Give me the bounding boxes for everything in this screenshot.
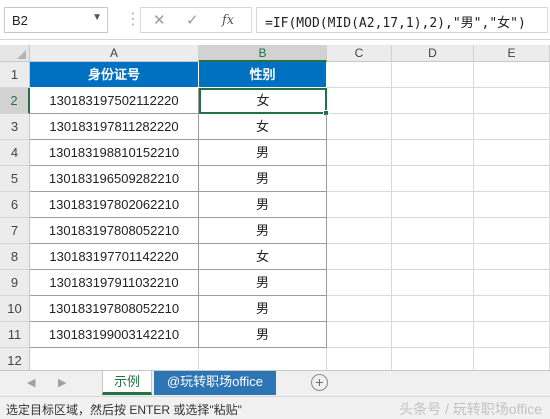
drag-handle-icon[interactable]: ⋮ xyxy=(125,9,141,29)
id-number-cell[interactable]: 130183197802062210 xyxy=(30,192,199,218)
cell[interactable] xyxy=(327,296,392,322)
cell[interactable] xyxy=(327,218,392,244)
cell[interactable] xyxy=(327,166,392,192)
row-header-3[interactable]: 3 xyxy=(0,114,30,140)
cell[interactable] xyxy=(474,114,550,140)
id-number-cell[interactable]: 130183197808052210 xyxy=(30,296,199,322)
cell[interactable] xyxy=(392,114,474,140)
check-icon[interactable]: ✓ xyxy=(186,11,199,29)
cell[interactable] xyxy=(392,192,474,218)
cell[interactable] xyxy=(474,192,550,218)
name-box[interactable]: B2 ▼ xyxy=(4,7,108,33)
formula-input[interactable]: =IF(MOD(MID(A2,17,1),2),"男","女") xyxy=(256,7,548,33)
row-header-9[interactable]: 9 xyxy=(0,270,30,296)
cell[interactable] xyxy=(474,218,550,244)
cell[interactable] xyxy=(392,296,474,322)
cell[interactable] xyxy=(474,296,550,322)
row-header-4[interactable]: 4 xyxy=(0,140,30,166)
id-number-cell[interactable]: 130183197911032210 xyxy=(30,270,199,296)
formula-bar: B2 ▼ ⋮ ✕ ✓ fx =IF(MOD(MID(A2,17,1),2),"男… xyxy=(0,0,550,40)
row-header-5[interactable]: 5 xyxy=(0,166,30,192)
column-header-b[interactable]: B xyxy=(199,45,327,62)
row-header-1[interactable]: 1 xyxy=(0,62,30,88)
status-text: 选定目标区域，然后按 ENTER 或选择"粘贴" xyxy=(6,403,242,417)
cell[interactable] xyxy=(327,244,392,270)
cell[interactable] xyxy=(392,322,474,348)
cancel-icon[interactable]: ✕ xyxy=(153,11,166,29)
row-header-10[interactable]: 10 xyxy=(0,296,30,322)
cell[interactable] xyxy=(474,244,550,270)
gender-cell[interactable]: 女 xyxy=(199,88,327,114)
cell[interactable] xyxy=(392,88,474,114)
row-header-8[interactable]: 8 xyxy=(0,244,30,270)
row-header-2[interactable]: 2 xyxy=(0,88,30,114)
cell[interactable] xyxy=(327,88,392,114)
next-sheet-icon[interactable]: ▶ xyxy=(58,376,66,389)
cell[interactable] xyxy=(392,244,474,270)
sheet-tabs-bar: ◀ ▶ 示例 @玩转职场office + xyxy=(0,370,550,396)
cell[interactable] xyxy=(392,166,474,192)
select-all-button[interactable] xyxy=(0,45,30,62)
cell[interactable] xyxy=(474,140,550,166)
cell[interactable] xyxy=(327,192,392,218)
table-header-cell[interactable]: 身份证号 xyxy=(30,62,199,88)
gender-cell[interactable]: 男 xyxy=(199,166,327,192)
cell[interactable] xyxy=(392,62,474,88)
cell[interactable] xyxy=(392,218,474,244)
id-number-cell[interactable]: 130183196509282210 xyxy=(30,166,199,192)
gender-cell[interactable]: 男 xyxy=(199,270,327,296)
gender-cell[interactable]: 男 xyxy=(199,140,327,166)
select-all-icon xyxy=(17,50,26,59)
id-number-cell[interactable]: 130183198810152210 xyxy=(30,140,199,166)
cell[interactable] xyxy=(474,270,550,296)
previous-sheet-icon[interactable]: ◀ xyxy=(27,376,35,389)
id-number-cell[interactable]: 130183197811282220 xyxy=(30,114,199,140)
insert-function-icon[interactable]: fx xyxy=(222,13,234,28)
watermark: 头条号 / 玩转职场office xyxy=(399,401,542,417)
gender-cell[interactable]: 男 xyxy=(199,218,327,244)
sheet-tab-active[interactable]: 示例 xyxy=(102,371,152,395)
cell[interactable] xyxy=(327,322,392,348)
cell[interactable] xyxy=(474,166,550,192)
cell[interactable] xyxy=(474,88,550,114)
cell[interactable] xyxy=(327,62,392,88)
add-sheet-icon[interactable]: + xyxy=(311,374,328,391)
cell[interactable] xyxy=(392,270,474,296)
column-header-a[interactable]: A xyxy=(30,45,199,62)
cell[interactable] xyxy=(327,140,392,166)
column-header-e[interactable]: E xyxy=(474,45,550,62)
row-header-11[interactable]: 11 xyxy=(0,322,30,348)
gender-cell[interactable]: 女 xyxy=(199,114,327,140)
cell[interactable] xyxy=(392,140,474,166)
row-header-6[interactable]: 6 xyxy=(0,192,30,218)
cell[interactable] xyxy=(327,270,392,296)
gender-cell[interactable]: 男 xyxy=(199,322,327,348)
formula-buttons: ✕ ✓ fx xyxy=(140,7,252,33)
gender-cell[interactable]: 男 xyxy=(199,296,327,322)
row-header-7[interactable]: 7 xyxy=(0,218,30,244)
chevron-down-icon[interactable]: ▼ xyxy=(92,12,102,23)
column-header-d[interactable]: D xyxy=(392,45,474,62)
status-bar: 选定目标区域，然后按 ENTER 或选择"粘贴" 头条号 / 玩转职场offic… xyxy=(0,396,550,419)
name-box-value: B2 xyxy=(12,13,28,28)
gender-cell[interactable]: 女 xyxy=(199,244,327,270)
id-number-cell[interactable]: 130183197701142220 xyxy=(30,244,199,270)
cell[interactable] xyxy=(327,114,392,140)
id-number-cell[interactable]: 130183197808052210 xyxy=(30,218,199,244)
column-header-c[interactable]: C xyxy=(327,45,392,62)
formula-text: =IF(MOD(MID(A2,17,1),2),"男","女") xyxy=(265,16,526,31)
id-number-cell[interactable]: 130183199003142210 xyxy=(30,322,199,348)
gender-cell[interactable]: 男 xyxy=(199,192,327,218)
sheet-tab-other[interactable]: @玩转职场office xyxy=(154,371,276,395)
id-number-cell[interactable]: 130183197502112220 xyxy=(30,88,199,114)
cell[interactable] xyxy=(474,62,550,88)
cell[interactable] xyxy=(474,322,550,348)
spreadsheet-grid: ABCDE12345678910111213身份证号性别130183197502… xyxy=(0,45,550,400)
table-header-cell[interactable]: 性别 xyxy=(199,62,327,88)
